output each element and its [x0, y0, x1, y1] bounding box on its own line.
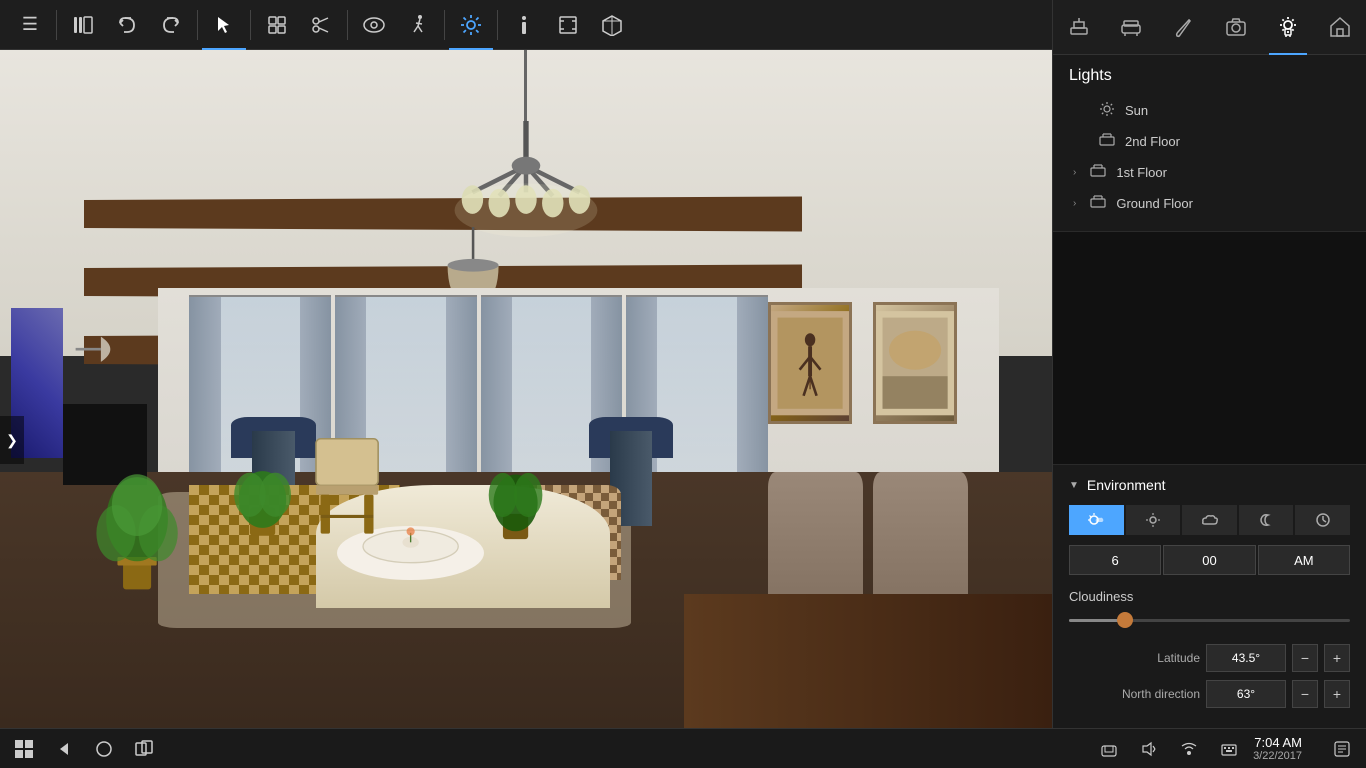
library-icon[interactable] — [61, 0, 105, 50]
status-time: 7:04 AM 3/22/2017 — [1253, 735, 1302, 762]
floor-light-icon-g — [1090, 194, 1106, 213]
latitude-label: Latitude — [1069, 651, 1200, 665]
objects-icon[interactable] — [255, 0, 299, 50]
north-direction-plus-btn[interactable]: + — [1324, 680, 1350, 708]
home-circle-button[interactable] — [88, 733, 120, 765]
right-panel: Lights Sun 2nd Floor › 1st Floor — [1052, 0, 1366, 728]
cloudiness-label: Cloudiness — [1069, 589, 1350, 604]
viewport[interactable]: ❯ — [0, 50, 1052, 730]
multitask-button[interactable] — [128, 733, 160, 765]
potted-plant-medium — [484, 444, 547, 546]
floor-light-icon-1 — [1090, 163, 1106, 182]
chair-back-left — [305, 431, 389, 540]
slider-track — [1069, 619, 1350, 622]
light-item-ground-floor-label: Ground Floor — [1116, 196, 1193, 211]
chandelier-rod — [524, 50, 527, 121]
light-item-1st-floor-label: 1st Floor — [1116, 165, 1167, 180]
light-item-2nd-floor[interactable]: 2nd Floor — [1069, 126, 1350, 157]
walk-icon[interactable] — [396, 0, 440, 50]
latitude-row: Latitude 43.5° − + — [1069, 644, 1350, 672]
top-toolbar: ☰ — [0, 0, 1052, 50]
windows-start-button[interactable] — [8, 733, 40, 765]
status-bar: 7:04 AM 3/22/2017 — [0, 728, 1366, 768]
floor-light-icon-2 — [1099, 132, 1115, 151]
notification-icon[interactable] — [1093, 733, 1125, 765]
time-btn-sunny[interactable] — [1126, 505, 1181, 535]
light-item-sun[interactable]: Sun — [1069, 95, 1350, 126]
time-btn-night[interactable] — [1239, 505, 1294, 535]
date-display-text: 3/22/2017 — [1253, 750, 1302, 762]
expand-icon-1st: › — [1073, 167, 1076, 178]
environment-title: Environment — [1087, 477, 1166, 493]
tab-house[interactable] — [1321, 0, 1359, 55]
wall-lamp-left — [63, 322, 126, 376]
notifications-action-center[interactable] — [1326, 733, 1358, 765]
toolbar-separator-4 — [347, 10, 348, 40]
latitude-plus-btn[interactable]: + — [1324, 644, 1350, 672]
cloudiness-slider[interactable] — [1069, 612, 1350, 628]
north-direction-minus-btn[interactable]: − — [1292, 680, 1318, 708]
cube-icon[interactable] — [590, 0, 634, 50]
plant-left — [95, 431, 179, 621]
select-icon[interactable] — [202, 0, 246, 50]
toolbar-separator-6 — [497, 10, 498, 40]
time-mode-buttons — [1069, 505, 1350, 535]
env-collapse-icon: ▼ — [1069, 480, 1079, 491]
tab-furniture[interactable] — [1112, 0, 1150, 55]
info-icon[interactable] — [502, 0, 546, 50]
slider-thumb[interactable] — [1117, 612, 1133, 628]
toolbar-separator-5 — [444, 10, 445, 40]
lights-section: Lights Sun 2nd Floor › 1st Floor — [1053, 55, 1366, 232]
tab-build[interactable] — [1060, 0, 1098, 55]
toolbar-separator-2 — [197, 10, 198, 40]
time-btn-cloudy[interactable] — [1182, 505, 1237, 535]
sun-top-icon[interactable] — [449, 0, 493, 50]
painting-right2 — [873, 302, 957, 424]
volume-icon[interactable] — [1133, 733, 1165, 765]
toolbar-separator-3 — [250, 10, 251, 40]
north-direction-label: North direction — [1069, 687, 1200, 701]
latitude-minus-btn[interactable]: − — [1292, 644, 1318, 672]
redo-icon[interactable] — [149, 0, 193, 50]
environment-header[interactable]: ▼ Environment — [1069, 477, 1350, 493]
toolbar-separator-1 — [56, 10, 57, 40]
scissors-icon[interactable] — [299, 0, 343, 50]
eye-icon[interactable] — [352, 0, 396, 50]
time-display: 6 00 AM — [1069, 545, 1350, 575]
slider-fill — [1069, 619, 1120, 622]
tab-lights[interactable] — [1269, 0, 1307, 55]
light-item-ground-floor[interactable]: › Ground Floor — [1069, 188, 1350, 219]
lights-title: Lights — [1069, 67, 1350, 85]
tab-camera[interactable] — [1217, 0, 1255, 55]
menu-icon[interactable]: ☰ — [8, 0, 52, 50]
time-minute-box[interactable]: 00 — [1163, 545, 1255, 575]
time-hour-box[interactable]: 6 — [1069, 545, 1161, 575]
left-nav-button[interactable]: ❯ — [0, 416, 24, 464]
latitude-input[interactable]: 43.5° — [1206, 644, 1286, 672]
time-btn-partly-cloudy[interactable] — [1069, 505, 1124, 535]
light-item-sun-label: Sun — [1125, 103, 1148, 118]
time-period-box[interactable]: AM — [1258, 545, 1350, 575]
frame-icon[interactable] — [546, 0, 590, 50]
environment-section: ▼ Environment 6 00 AM — [1053, 464, 1366, 728]
dining-table-edge — [684, 594, 1052, 730]
panel-icon-bar — [1053, 0, 1366, 55]
room-scene: ❯ — [0, 50, 1052, 730]
light-item-2nd-floor-label: 2nd Floor — [1125, 134, 1180, 149]
back-button[interactable] — [48, 733, 80, 765]
panel-spacer — [1053, 232, 1366, 464]
time-display-text: 7:04 AM — [1253, 735, 1302, 750]
expand-icon-ground: › — [1073, 198, 1076, 209]
north-direction-row: North direction 63° − + — [1069, 680, 1350, 708]
painting-right1 — [768, 302, 852, 424]
north-direction-input[interactable]: 63° — [1206, 680, 1286, 708]
time-btn-clock[interactable] — [1295, 505, 1350, 535]
undo-icon[interactable] — [105, 0, 149, 50]
network-icon[interactable] — [1173, 733, 1205, 765]
light-item-1st-floor[interactable]: › 1st Floor — [1069, 157, 1350, 188]
keyboard-icon[interactable] — [1213, 733, 1245, 765]
tab-paint[interactable] — [1164, 0, 1202, 55]
potted-plant-small — [231, 444, 294, 539]
sun-light-icon — [1099, 101, 1115, 120]
